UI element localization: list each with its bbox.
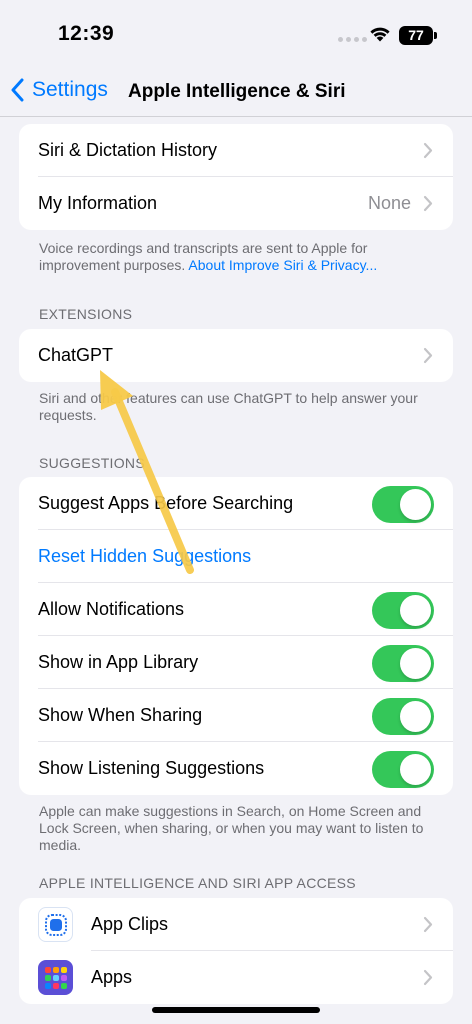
- suggestions-header: SUGGESTIONS: [39, 455, 145, 471]
- row-label: App Clips: [91, 914, 169, 934]
- row-label: My Information: [38, 193, 158, 213]
- siri-dictation-history-row[interactable]: Siri & Dictation History: [19, 124, 453, 177]
- my-information-value: None: [367, 193, 411, 213]
- allow-notifications-row: Allow Notifications: [19, 583, 453, 636]
- chevron-right-icon: [423, 969, 433, 986]
- chevron-left-icon: [11, 78, 24, 102]
- allow-notifications-toggle[interactable]: [372, 592, 434, 629]
- app-clips-row[interactable]: App Clips: [19, 898, 453, 951]
- show-when-sharing-row: Show When Sharing: [19, 689, 453, 742]
- app-access-group: App Clips Apps: [19, 898, 453, 1004]
- show-listening-suggestions-row: Show Listening Suggestions: [19, 742, 453, 795]
- row-label: ChatGPT: [38, 345, 114, 365]
- back-button[interactable]: Settings: [10, 78, 108, 102]
- chevron-right-icon: [423, 347, 433, 364]
- chatgpt-row[interactable]: ChatGPT: [19, 329, 453, 382]
- suggestions-footnote: Apple can make suggestions in Search, on…: [39, 803, 424, 853]
- suggest-apps-toggle[interactable]: [372, 486, 434, 523]
- show-in-app-library-row: Show in App Library: [19, 636, 453, 689]
- show-listening-suggestions-toggle[interactable]: [372, 751, 434, 788]
- reset-hidden-suggestions-button[interactable]: Reset Hidden Suggestions: [38, 546, 251, 567]
- row-label: Allow Notifications: [38, 599, 185, 619]
- row-label: Siri & Dictation History: [38, 140, 218, 160]
- chevron-right-icon: [423, 195, 433, 212]
- history-group: Siri & Dictation History My Information …: [19, 124, 453, 230]
- battery-icon: 77: [399, 26, 437, 45]
- show-in-app-library-toggle[interactable]: [372, 645, 434, 682]
- privacy-footnote: Voice recordings and transcripts are sen…: [39, 240, 378, 273]
- row-label: Apps: [91, 967, 133, 987]
- chevron-right-icon: [423, 916, 433, 933]
- navigation-bar: Settings Apple Intelligence & Siri: [0, 68, 472, 118]
- suggestions-group: Suggest Apps Before Searching Reset Hidd…: [19, 477, 453, 795]
- nav-divider: [0, 116, 472, 117]
- apps-row[interactable]: Apps: [19, 951, 453, 1004]
- extensions-footnote: Siri and other features can use ChatGPT …: [39, 390, 418, 423]
- app-access-header: APPLE INTELLIGENCE AND SIRI APP ACCESS: [39, 875, 356, 891]
- show-when-sharing-toggle[interactable]: [372, 698, 434, 735]
- extensions-group: ChatGPT: [19, 329, 453, 382]
- apps-grid-icon: [38, 960, 73, 995]
- suggest-apps-row: Suggest Apps Before Searching: [19, 477, 453, 530]
- back-button-label: Settings: [32, 78, 108, 101]
- row-label: Show in App Library: [38, 652, 199, 672]
- chevron-right-icon: [423, 142, 433, 159]
- extensions-header: EXTENSIONS: [39, 306, 133, 322]
- row-label: Show Listening Suggestions: [38, 758, 265, 778]
- row-label: Show When Sharing: [38, 705, 203, 725]
- about-privacy-link[interactable]: About Improve Siri & Privacy...: [188, 257, 377, 273]
- app-clips-icon: [38, 907, 73, 942]
- home-indicator[interactable]: [152, 1007, 320, 1013]
- wifi-icon: [370, 27, 390, 42]
- cellular-signal-icon: [338, 37, 367, 42]
- row-label: Suggest Apps Before Searching: [38, 493, 294, 513]
- status-time: 12:39: [58, 22, 115, 45]
- status-bar: 12:39 77: [0, 0, 472, 68]
- my-information-row[interactable]: My Information None: [19, 177, 453, 230]
- reset-hidden-suggestions-row[interactable]: Reset Hidden Suggestions: [19, 530, 453, 583]
- page-title: Apple Intelligence & Siri: [128, 81, 346, 102]
